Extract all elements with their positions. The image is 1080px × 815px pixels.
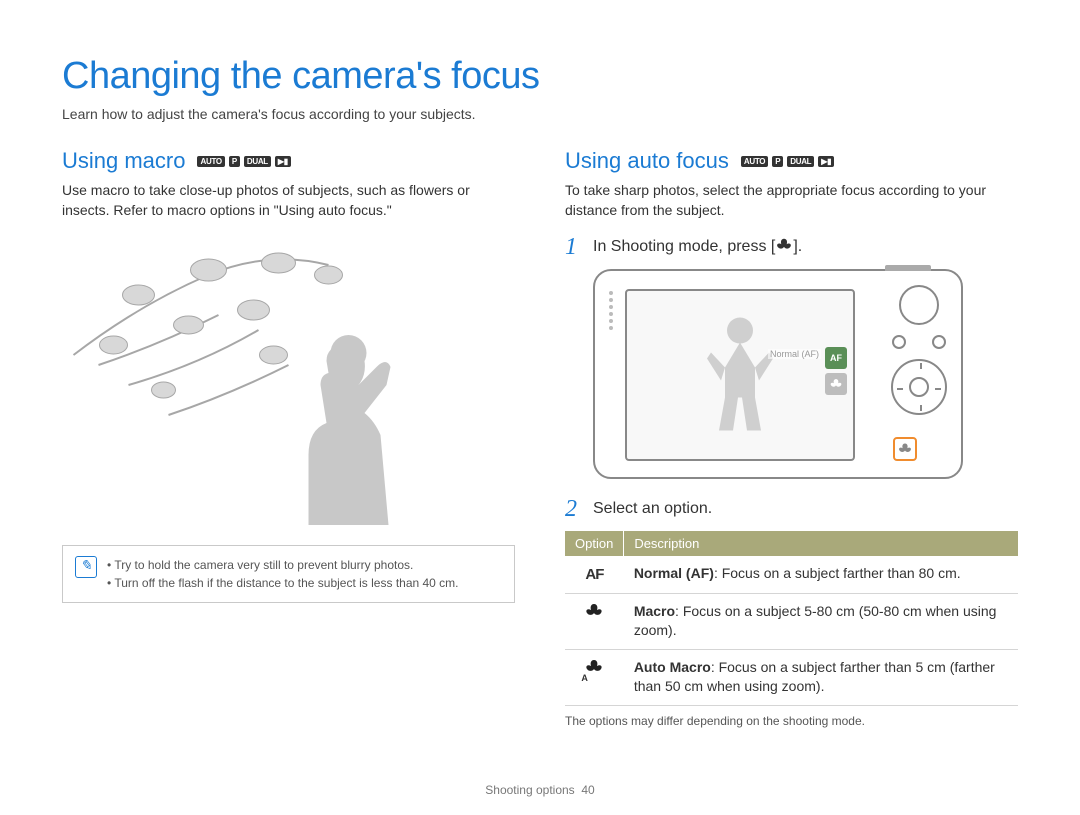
option-desc: : Focus on a subject farther than 80 cm. [714,565,961,581]
left-column: Using macro AUTO P DUAL ▶▮ Use macro to … [62,148,515,728]
mode-auto-icon: AUTO [197,156,224,167]
camera-shutter-ridge [885,265,931,271]
step-1-suffix: ]. [793,238,802,255]
table-head-option: Option [565,531,624,556]
camera-screen: Normal (AF) AF [625,289,855,461]
footer-page-number: 40 [581,783,594,797]
step-2: 2 Select an option. [565,497,1018,521]
page-footer: Shooting options 40 [0,783,1080,797]
tip-box: ✎ Try to hold the camera very still to p… [62,545,515,603]
camera-controls [891,285,947,415]
focus-options-table: Option Description AF Normal (AF): Focus… [565,531,1018,706]
table-row: AF Normal (AF): Focus on a subject farth… [565,556,1018,594]
using-autofocus-body: To take sharp photos, select the appropr… [565,180,1018,221]
option-icon-cell [565,593,624,649]
macro-illustration [62,235,515,525]
mode-p-icon: P [772,156,783,167]
af-option-selected: AF [825,347,847,369]
using-macro-heading: Using macro [62,148,185,174]
camera-body: Normal (AF) AF [593,269,963,479]
step-1-prefix: In Shooting mode, press [ [593,238,775,255]
step-number: 1 [565,235,583,259]
camera-small-button [892,335,906,349]
camera-small-button [932,335,946,349]
camera-mode-dial [899,285,939,325]
table-head-description: Description [624,531,1018,556]
tip-item: Try to hold the camera very still to pre… [107,556,459,574]
tip-item: Turn off the flash if the distance to th… [107,574,459,592]
using-macro-body: Use macro to take close-up photos of sub… [62,180,515,221]
mode-p-icon: P [229,156,240,167]
camera-diagram: Normal (AF) AF [565,269,1018,479]
mode-dual-icon: DUAL [244,156,271,167]
macro-icon [584,607,604,623]
step-number: 2 [565,497,583,521]
step-1-text: In Shooting mode, press []. [593,235,802,259]
mode-icons-left: AUTO P DUAL ▶▮ [197,156,290,167]
camera-dpad [891,359,947,415]
option-name: Normal (AF) [634,565,714,581]
option-name: Auto Macro [634,659,711,675]
screen-af-label: Normal (AF) [768,349,821,359]
right-column: Using auto focus AUTO P DUAL ▶▮ To take … [565,148,1018,728]
af-option-macro [825,373,847,395]
option-desc-cell: Auto Macro: Focus on a subject farther t… [624,649,1018,705]
right-heading-row: Using auto focus AUTO P DUAL ▶▮ [565,148,1018,174]
macro-button-icon [775,237,793,253]
auto-macro-icon: A [584,658,604,682]
mode-video-icon: ▶▮ [275,156,291,167]
option-name: Macro [634,603,675,619]
af-icon: AF [585,566,603,583]
two-column-layout: Using macro AUTO P DUAL ▶▮ Use macro to … [62,148,1018,728]
option-desc: : Focus on a subject 5-80 cm (50-80 cm w… [634,603,997,639]
step-1: 1 In Shooting mode, press []. [565,235,1018,259]
camera-speaker-dots [605,291,617,461]
footer-section: Shooting options [485,783,574,797]
camera-macro-button-highlight [893,437,917,461]
step-2-text: Select an option. [593,497,712,521]
tip-list: Try to hold the camera very still to pre… [107,556,459,592]
option-icon-cell: AF [565,556,624,594]
screen-af-options: AF [825,347,847,395]
table-row: A Auto Macro: Focus on a subject farther… [565,649,1018,705]
mode-video-icon: ▶▮ [818,156,834,167]
note-icon: ✎ [75,556,97,578]
left-heading-row: Using macro AUTO P DUAL ▶▮ [62,148,515,174]
mode-dual-icon: DUAL [787,156,814,167]
using-autofocus-heading: Using auto focus [565,148,729,174]
page-subtitle: Learn how to adjust the camera's focus a… [62,106,1018,122]
options-footnote: The options may differ depending on the … [565,714,1018,728]
mode-icons-right: AUTO P DUAL ▶▮ [741,156,834,167]
option-icon-cell: A [565,649,624,705]
page-title: Changing the camera's focus [62,55,1018,98]
screen-person-icon [705,312,775,437]
option-desc-cell: Macro: Focus on a subject 5-80 cm (50-80… [624,593,1018,649]
table-row: Macro: Focus on a subject 5-80 cm (50-80… [565,593,1018,649]
option-desc-cell: Normal (AF): Focus on a subject farther … [624,556,1018,594]
mode-auto-icon: AUTO [741,156,768,167]
